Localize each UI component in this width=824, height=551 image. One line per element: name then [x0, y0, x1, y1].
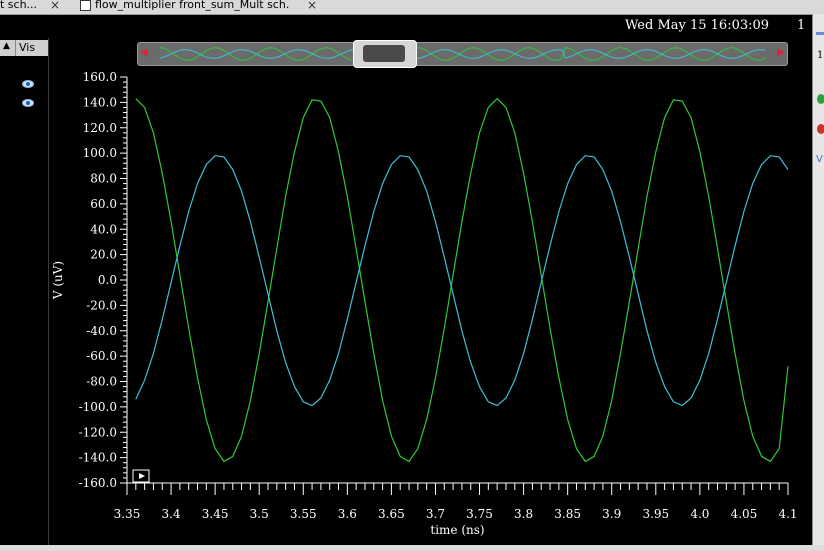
y-tick-label: -80.0: [86, 375, 117, 389]
y-tick-label: -100.0: [79, 400, 117, 414]
x-tick-label: 3.85: [554, 507, 581, 521]
x-axis: 3.35 3.4 3.45 3.5 3.55 3.6 3.65 3.7 3.75 3.8 3.85 3…: [114, 483, 798, 521]
y-tick-label: -40.0: [86, 324, 117, 338]
x-tick-label: 3.45: [202, 507, 229, 521]
x-tick-label: 3.4: [162, 507, 181, 521]
x-tick-label: 3.5: [250, 507, 269, 521]
y-tick-label: 120.0: [83, 121, 117, 135]
y-tick-label: 100.0: [83, 146, 117, 160]
y-tick-label: 40.0: [90, 222, 117, 236]
y-tick-label: 80.0: [90, 172, 117, 186]
y-tick-label: -160.0: [79, 476, 117, 490]
x-tick-label: 3.9: [602, 507, 621, 521]
y-tick-label: -140.0: [79, 451, 117, 465]
y-tick-label: -60.0: [86, 349, 117, 363]
y-tick-label: -20.0: [86, 298, 117, 312]
series-line-1[interactable]: [135, 97, 789, 463]
x-tick-label: 3.35: [114, 507, 141, 521]
y-tick-label: 140.0: [83, 95, 117, 109]
x-tick-label: 4.05: [731, 507, 758, 521]
y-tick-label: 20.0: [90, 248, 117, 262]
play-icon[interactable]: [132, 469, 150, 483]
waveform-chart[interactable]: 160.0 140.0 120.0 100.0 80.0 60.0 40.0 20.0 0.0 -…: [0, 0, 824, 551]
y-tick-label: 160.0: [83, 70, 117, 84]
x-tick-label: 3.65: [378, 507, 405, 521]
x-tick-label: 4.0: [690, 507, 709, 521]
x-tick-label: 3.6: [338, 507, 357, 521]
x-tick-label: 3.95: [642, 507, 669, 521]
y-tick-label: 60.0: [90, 197, 117, 211]
x-tick-label: 3.75: [466, 507, 493, 521]
y-tick-label: -120.0: [79, 425, 117, 439]
x-axis-label: time (ns): [430, 523, 484, 537]
y-tick-label: 0.0: [98, 273, 117, 287]
x-tick-label: 3.8: [514, 507, 533, 521]
series-line-2[interactable]: [135, 155, 789, 407]
x-tick-label: 4.1: [778, 507, 797, 521]
series-layer: [135, 97, 789, 463]
x-tick-label: 3.7: [426, 507, 445, 521]
y-axis-label: V (uV): [51, 261, 65, 300]
x-tick-label: 3.55: [290, 507, 317, 521]
y-axis: 160.0 140.0 120.0 100.0 80.0 60.0 40.0 20.0 0.0 -…: [79, 70, 127, 490]
